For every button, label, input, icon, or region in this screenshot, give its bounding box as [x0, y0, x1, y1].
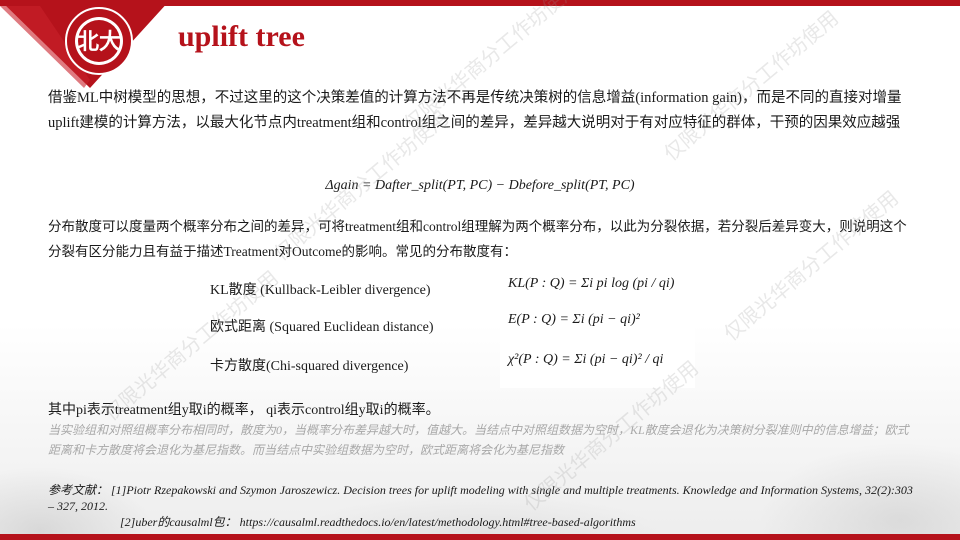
note-paragraph: 当实验组和对照组概率分布相同时，散度为0，当概率分布差异越大时，值越大。当结点中…: [48, 423, 909, 457]
euclidean-distance-label: 欧式距离 (Squared Euclidean distance): [210, 320, 434, 335]
reference-1: 参考文献： [1]Piotr Rzepakowski and Szymon Ja…: [48, 483, 913, 513]
bottom-accent-bar: [0, 534, 960, 540]
kl-formula: KL(P : Q) = Σi pi log (pi / qi): [508, 276, 675, 291]
university-emblem-icon: 北大: [65, 7, 133, 75]
svg-text:北大: 北大: [77, 29, 121, 55]
chi-squared-label: 卡方散度(Chi-squared divergence): [210, 359, 409, 374]
divergence-paragraph: 分布散度可以度量两个概率分布之间的差异，可将treatment组和control…: [48, 219, 907, 259]
gain-formula: Δgain = Dafter_split(PT, PC) − Dbefore_s…: [325, 178, 635, 193]
page-title: uplift tree: [178, 20, 305, 53]
reference-2: [2]uber的causalml包： https://causalml.read…: [120, 515, 636, 529]
references: 参考文献： [1]Piotr Rzepakowski and Szymon Ja…: [48, 482, 918, 530]
chi-squared-formula: χ²(P : Q) = Σi (pi − qi)² / qi: [508, 352, 664, 367]
intro-paragraph: 借鉴ML中树模型的思想，不过这里的这个决策差值的计算方法不再是传统决策树的信息增…: [48, 90, 902, 131]
kl-divergence-label: KL散度 (Kullback-Leibler divergence): [210, 283, 431, 298]
formula-box: KL(P : Q) = Σi pi log (pi / qi) E(P : Q)…: [500, 268, 695, 388]
euclidean-formula: E(P : Q) = Σi (pi − qi)²: [508, 312, 640, 327]
